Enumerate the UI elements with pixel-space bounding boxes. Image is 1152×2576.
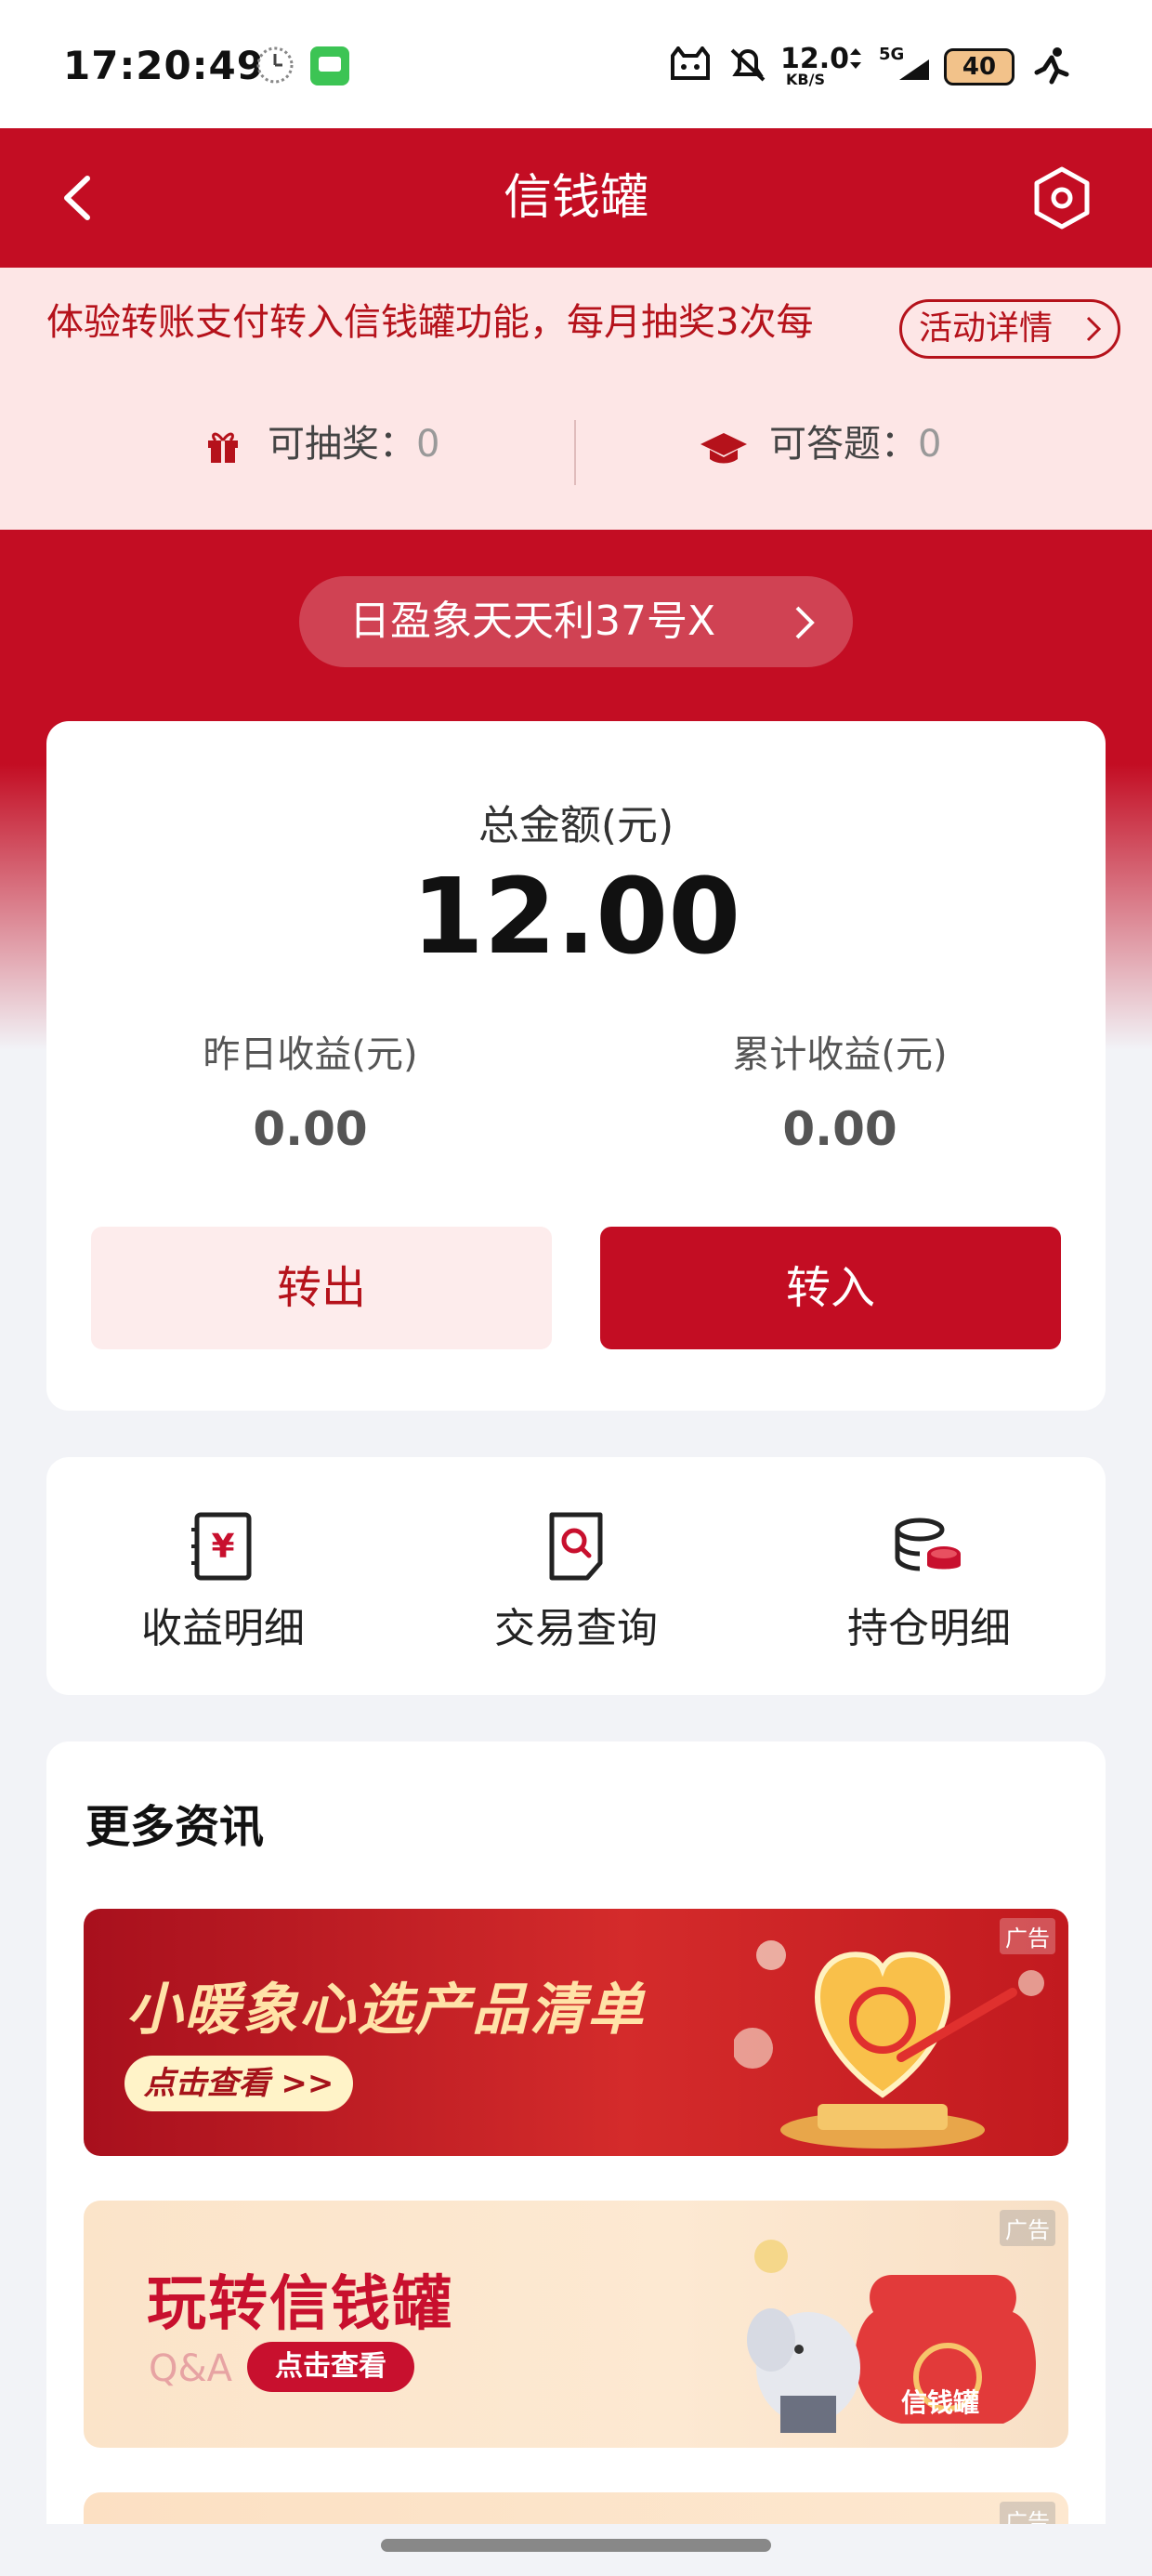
page-title: 信钱罐 [503,170,648,226]
tool-label: 持仓明细 [847,1605,1011,1652]
back-button[interactable] [46,165,111,230]
total-amount-label: 总金额(元) [478,802,674,849]
quiz-label: 可答题： [769,423,918,466]
tools-card: ¥ 收益明细 交易查询 持仓明细 [46,1457,1106,1695]
product-list-banner[interactable]: 广告 小暖象心选产品清单 点击查看 >> [84,1909,1068,2156]
banner-title: 玩转信钱罐 [147,2270,453,2339]
earnings-detail-button[interactable]: ¥ 收益明细 [46,1457,399,1695]
transfer-out-button[interactable]: 转出 [91,1227,552,1349]
tool-label: 交易查询 [494,1605,658,1652]
battery-icon: 40 [944,48,1015,85]
svg-text:¥: ¥ [211,1528,234,1566]
banner-view-button[interactable]: 点击查看 >> [124,2056,353,2111]
cumulative-earnings-value: 0.00 [782,1102,897,1156]
clock-icon [256,46,294,84]
banner-subtitle: Q&A [149,2347,233,2390]
coins-stack-icon [895,1518,961,1571]
yesterday-earnings-value: 0.00 [253,1102,368,1156]
search-document-icon [549,1512,603,1581]
tool-label: 收益明细 [141,1605,305,1652]
bag-label: 信钱罐 [901,2387,980,2418]
quiz-count: 0 [918,423,942,466]
product-name: 日盈象天天利37号X [349,598,716,645]
bell-off-icon [730,48,766,82]
more-info-card: 更多资讯 广告 小暖象心选产品清单 点击查看 >> 广告 玩转信钱罐 Q&A 点… [46,1741,1106,2576]
yesterday-earnings-label: 昨日收益(元) [203,1033,418,1076]
guide-banner[interactable]: 广告 玩转信钱罐 Q&A 点击查看 信钱罐 [84,2201,1068,2448]
message-app-icon [310,46,349,85]
signal-strength-icon [899,59,929,80]
transaction-query-button[interactable]: 交易查询 [399,1457,753,1695]
running-person-icon [1034,47,1069,85]
cumulative-earnings-label: 累计收益(元) [732,1033,948,1076]
lottery-stat: 可抽奖：0 [268,416,439,472]
gift-icon [208,432,238,463]
banner-view-button[interactable]: 点击查看 [247,2342,414,2392]
chevron-right-icon [1086,316,1102,342]
product-selector[interactable]: 日盈象天天利37号X [299,576,853,667]
yuan-receipt-icon: ¥ [191,1512,252,1581]
activity-details-button[interactable]: 活动详情 [899,299,1120,359]
total-amount-value: 12.00 [411,857,741,978]
chevron-right-icon [795,606,815,639]
transfer-in-button[interactable]: 转入 [600,1227,1061,1349]
promo-text: 体验转账支付转入信钱罐功能，每月抽奖3次每 [46,301,814,344]
elephant-moneybag-icon [747,2240,1036,2433]
home-indicator[interactable] [381,2539,771,2552]
balance-card: 总金额(元) 12.00 昨日收益(元) 0.00 累计收益(元) 0.00 转… [46,721,1106,1411]
banner-title: 小暖象心选产品清单 [126,1978,645,2043]
lottery-count: 0 [416,423,440,466]
settings-button[interactable] [1028,164,1096,232]
graduation-cap-icon [700,433,747,464]
status-bar: 17:20:49 12.0 KB/S 5G 40 [0,0,1152,128]
lottery-label: 可抽奖： [268,423,416,466]
network-unit: KB/S [786,71,825,88]
battery-level: 40 [962,53,997,81]
golden-heart-trophy-icon [734,1940,1044,2149]
app-header: 信钱罐 [0,128,1152,268]
holdings-detail-button[interactable]: 持仓明细 [753,1457,1106,1695]
quiz-stat: 可答题：0 [769,416,941,472]
promo-banner: 体验转账支付转入信钱罐功能，每月抽奖3次每 活动详情 可抽奖：0 可答题：0 [0,268,1152,530]
activity-details-label: 活动详情 [919,309,1054,348]
promo-divider [574,420,576,485]
status-time: 17:20:49 [63,43,265,88]
data-arrows-icon [850,48,861,69]
cat-face-icon [671,46,710,80]
section-title: 更多资讯 [85,1801,265,1853]
